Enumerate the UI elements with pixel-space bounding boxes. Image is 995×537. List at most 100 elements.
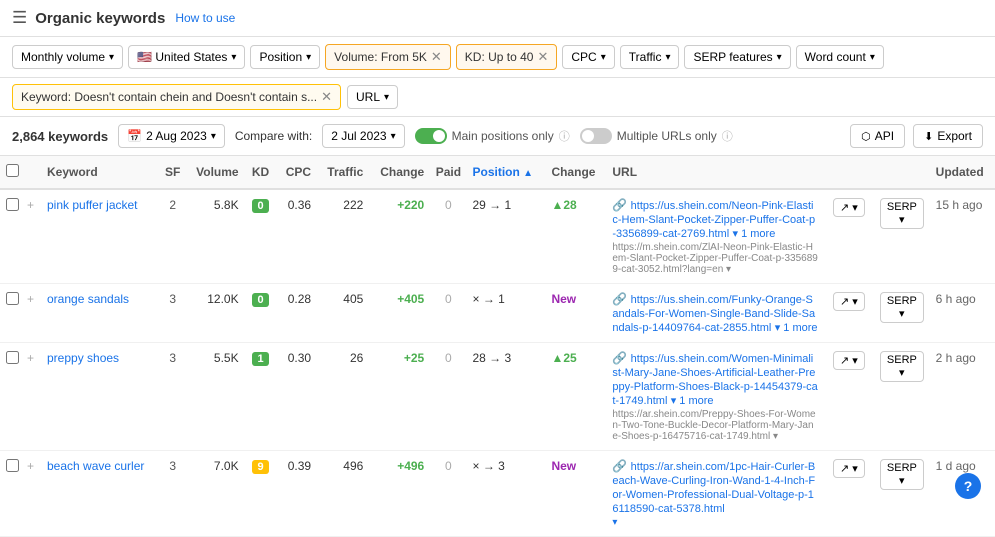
select-all-checkbox[interactable] <box>6 164 19 177</box>
main-positions-toggle-wrap: Main positions only ⓘ <box>415 128 570 144</box>
header: ☰ Organic keywords How to use <box>0 0 995 37</box>
monthly-volume-filter[interactable]: Monthly volume ▾ <box>12 45 123 69</box>
row-pos-change-cell: New <box>545 451 606 537</box>
row-kd-cell: 1 <box>245 343 277 451</box>
help-button[interactable]: ? <box>955 473 981 499</box>
row-trend-cell: ↗ ▾ <box>824 343 874 451</box>
serp-button[interactable]: SERP ▾ <box>880 459 924 490</box>
country-filter[interactable]: 🇺🇸 United States ▾ <box>128 45 245 69</box>
serp-features-filter[interactable]: SERP features ▾ <box>684 45 790 69</box>
row-volume-cell: 5.8K <box>185 189 244 284</box>
row-pos-change-cell: New <box>545 284 606 343</box>
url-icon: 🔗 <box>612 459 627 473</box>
row-checkbox[interactable] <box>6 198 19 211</box>
row-checkbox-cell <box>0 284 25 343</box>
row-checkbox[interactable] <box>6 459 19 472</box>
position-filter[interactable]: Position ▾ <box>250 45 320 69</box>
row-checkbox[interactable] <box>6 351 19 364</box>
row-trend-cell: ↗ ▾ <box>824 451 874 537</box>
volume-tag: Volume: From 5K ✕ <box>325 44 451 70</box>
col-header-position[interactable]: Position ▲ <box>467 156 546 189</box>
row-kd-cell: 0 <box>245 189 277 284</box>
trend-button[interactable]: ↗ ▾ <box>833 292 865 311</box>
hamburger-icon[interactable]: ☰ <box>12 8 27 28</box>
row-serp-cell: SERP ▾ <box>874 343 930 451</box>
row-change-cell: +496 <box>369 451 430 537</box>
toolbar-right: ⬡ API ⬇ Export <box>850 124 983 148</box>
col-header-keyword[interactable]: Keyword <box>41 156 160 189</box>
col-header-traffic[interactable]: Traffic <box>317 156 369 189</box>
compare-date-button[interactable]: 2 Jul 2023 ▾ <box>322 124 404 148</box>
row-updated-cell: 15 h ago <box>930 189 995 284</box>
url-filter[interactable]: URL ▾ <box>347 85 398 109</box>
serp-button[interactable]: SERP ▾ <box>880 351 924 382</box>
keyword-link[interactable]: beach wave curler <box>47 459 144 473</box>
col-header-change[interactable]: Change <box>369 156 430 189</box>
row-position-cell: × → 1 <box>467 284 546 343</box>
volume-tag-close[interactable]: ✕ <box>431 49 442 65</box>
trend-button[interactable]: ↗ ▾ <box>833 351 865 370</box>
col-header-kd[interactable]: KD <box>245 156 277 189</box>
date-button[interactable]: 📅 2 Aug 2023 ▾ <box>118 124 225 148</box>
word-count-filter[interactable]: Word count ▾ <box>796 45 884 69</box>
compare-label: Compare with: <box>235 129 312 143</box>
trend-button[interactable]: ↗ ▾ <box>833 198 865 217</box>
keyword-filter-close[interactable]: ✕ <box>321 89 332 105</box>
url-link[interactable]: https://ar.shein.com/1pc-Hair-Curler-Bea… <box>612 461 815 515</box>
kd-tag-close[interactable]: ✕ <box>537 49 548 65</box>
filter-row-1: Monthly volume ▾ 🇺🇸 United States ▾ Posi… <box>0 37 995 78</box>
row-checkbox[interactable] <box>6 292 19 305</box>
keyword-link[interactable]: pink puffer jacket <box>47 198 138 212</box>
row-cpc-cell: 0.36 <box>276 189 317 284</box>
row-kd-cell: 0 <box>245 284 277 343</box>
keyword-filter-tag: Keyword: Doesn't contain chein and Doesn… <box>12 84 341 110</box>
url-more-link[interactable]: ▾ 1 more <box>733 228 776 240</box>
url-icon: 🔗 <box>612 292 627 306</box>
col-header-pos-change[interactable]: Change <box>545 156 606 189</box>
row-plus-cell: + <box>25 284 41 343</box>
row-traffic-cell: 405 <box>317 284 369 343</box>
row-kd-cell: 9 <box>245 451 277 537</box>
export-button[interactable]: ⬇ Export <box>913 124 983 148</box>
api-button[interactable]: ⬡ API <box>850 124 905 148</box>
row-serp-cell: SERP ▾ <box>874 189 930 284</box>
keyword-link[interactable]: orange sandals <box>47 292 129 306</box>
row-plus-cell: + <box>25 189 41 284</box>
col-header-sf[interactable]: SF <box>160 156 185 189</box>
col-header-cpc[interactable]: CPC <box>276 156 317 189</box>
row-traffic-cell: 26 <box>317 343 369 451</box>
row-position-cell: × → 3 <box>467 451 546 537</box>
url-link[interactable]: https://us.shein.com/Neon-Pink-Elastic-H… <box>612 200 815 240</box>
row-paid-cell: 0 <box>430 451 466 537</box>
row-paid-cell: 0 <box>430 284 466 343</box>
row-pos-change-cell: ▲25 <box>545 343 606 451</box>
help-link[interactable]: How to use <box>175 11 235 25</box>
traffic-filter[interactable]: Traffic ▾ <box>620 45 680 69</box>
trend-button[interactable]: ↗ ▾ <box>833 459 865 478</box>
col-header-updated[interactable]: Updated <box>930 156 995 189</box>
url-more-link[interactable]: ▾ 1 more <box>775 322 818 334</box>
row-checkbox-cell <box>0 189 25 284</box>
row-position-cell: 29 → 1 <box>467 189 546 284</box>
row-serp-cell: SERP ▾ <box>874 284 930 343</box>
cpc-filter[interactable]: CPC ▾ <box>562 45 614 69</box>
row-plus-cell: + <box>25 343 41 451</box>
col-header-paid[interactable]: Paid <box>430 156 466 189</box>
keyword-count: 2,864 keywords <box>12 129 108 144</box>
row-keyword-cell: beach wave curler <box>41 451 160 537</box>
row-paid-cell: 0 <box>430 343 466 451</box>
row-keyword-cell: pink puffer jacket <box>41 189 160 284</box>
main-positions-toggle[interactable] <box>415 128 447 144</box>
row-checkbox-cell <box>0 451 25 537</box>
url-link[interactable]: https://us.shein.com/Women-Minimalist-Ma… <box>612 353 817 407</box>
url-more-link[interactable]: ▾ 1 more <box>671 395 714 407</box>
keyword-link[interactable]: preppy shoes <box>47 351 119 365</box>
serp-button[interactable]: SERP ▾ <box>880 292 924 323</box>
multiple-urls-toggle[interactable] <box>580 128 612 144</box>
col-header-volume[interactable]: Volume <box>185 156 244 189</box>
multiple-urls-toggle-wrap: Multiple URLs only ⓘ <box>580 128 733 144</box>
row-sf-cell: 3 <box>160 451 185 537</box>
multiple-urls-info-icon: ⓘ <box>722 128 733 144</box>
table-row: + preppy shoes 3 5.5K 1 0.30 26 +25 0 28… <box>0 343 995 451</box>
serp-button[interactable]: SERP ▾ <box>880 198 924 229</box>
